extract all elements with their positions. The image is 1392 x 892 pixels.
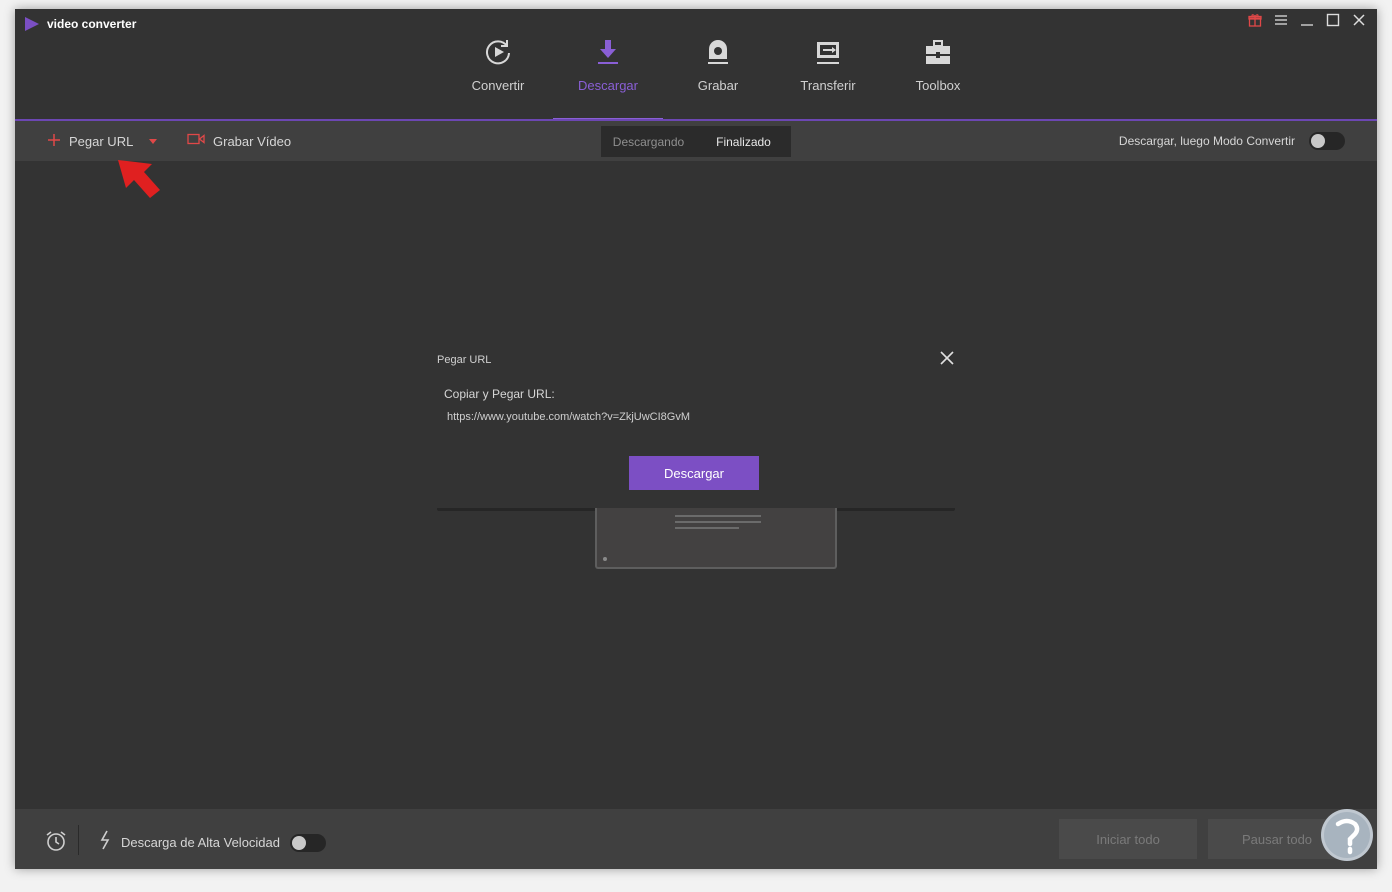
record-icon xyxy=(703,36,733,68)
download-convert-mode: Descargar, luego Modo Convertir xyxy=(1119,132,1345,150)
record-video-button[interactable]: Grabar Vídeo xyxy=(187,132,291,150)
toolbox-icon xyxy=(923,36,953,68)
chevron-down-icon[interactable] xyxy=(149,138,158,144)
gift-icon[interactable] xyxy=(1247,13,1263,29)
toolbar: Pegar URL Grabar Vídeo Descargando Final… xyxy=(15,121,1377,161)
app-title: video converter xyxy=(47,17,137,31)
paste-url-button[interactable]: Pegar URL xyxy=(47,132,158,150)
app-logo: video converter xyxy=(25,17,136,31)
download-icon xyxy=(593,36,623,68)
divider xyxy=(78,825,79,855)
start-all-button[interactable]: Iniciar todo xyxy=(1059,819,1197,859)
url-field-label: Copiar y Pegar URL: xyxy=(444,387,555,401)
paste-url-dialog: Pegar URL Copiar y Pegar URL: Descargar xyxy=(437,346,955,508)
video-camera-icon xyxy=(187,132,205,150)
maximize-icon[interactable] xyxy=(1325,13,1341,29)
download-convert-toggle[interactable] xyxy=(1309,132,1345,150)
empty-illustration-box xyxy=(595,507,837,569)
plus-icon xyxy=(47,132,61,150)
tab-transferir[interactable]: Transferir xyxy=(773,36,883,120)
tab-label: Transferir xyxy=(800,78,856,93)
tab-descargando[interactable]: Descargando xyxy=(601,126,696,157)
transfer-icon xyxy=(813,36,843,68)
illustration-dot xyxy=(603,557,607,561)
watermark-logo-icon xyxy=(1321,809,1373,861)
high-speed-download: Descarga de Alta Velocidad xyxy=(99,830,326,855)
tab-finalizado[interactable]: Finalizado xyxy=(696,126,791,157)
tab-grabar[interactable]: Grabar xyxy=(663,36,773,120)
illustration-line xyxy=(675,515,761,517)
annotation-arrow-icon xyxy=(118,160,160,198)
tab-label: Toolbox xyxy=(915,78,961,93)
tab-label: Convertir xyxy=(471,78,525,93)
bottom-bar: Descarga de Alta Velocidad Iniciar todo … xyxy=(15,809,1377,869)
download-convert-label: Descargar, luego Modo Convertir xyxy=(1118,134,1295,148)
tab-label: Descargar xyxy=(578,78,638,93)
high-speed-label: Descarga de Alta Velocidad xyxy=(121,835,280,850)
header: video converter Convertir Descargar Grab… xyxy=(15,9,1377,120)
lightning-icon xyxy=(99,830,111,855)
window-controls xyxy=(1247,13,1367,29)
close-icon[interactable] xyxy=(1351,13,1367,29)
play-logo-icon xyxy=(25,17,39,31)
menu-icon[interactable] xyxy=(1273,13,1289,29)
close-icon[interactable] xyxy=(939,350,955,366)
tab-label: Grabar xyxy=(697,78,739,93)
tab-convertir[interactable]: Convertir xyxy=(443,36,553,120)
illustration-line xyxy=(675,527,739,529)
paste-url-label: Pegar URL xyxy=(69,133,134,149)
dialog-title: Pegar URL xyxy=(437,354,492,366)
alarm-clock-icon[interactable] xyxy=(45,830,67,852)
convert-icon xyxy=(483,36,513,68)
download-button[interactable]: Descargar xyxy=(629,456,759,490)
app-window: video converter Convertir Descargar Grab… xyxy=(15,9,1377,869)
record-video-label: Grabar Vídeo xyxy=(213,133,292,149)
high-speed-toggle[interactable] xyxy=(290,833,326,852)
download-status-tabs: Descargando Finalizado xyxy=(601,126,791,157)
minimize-icon[interactable] xyxy=(1299,13,1315,29)
main-nav: Convertir Descargar Grabar Transferir To… xyxy=(443,36,993,120)
illustration-line xyxy=(675,521,761,523)
tab-toolbox[interactable]: Toolbox xyxy=(883,36,993,120)
url-input[interactable] xyxy=(445,406,929,428)
tab-descargar[interactable]: Descargar xyxy=(553,36,663,120)
